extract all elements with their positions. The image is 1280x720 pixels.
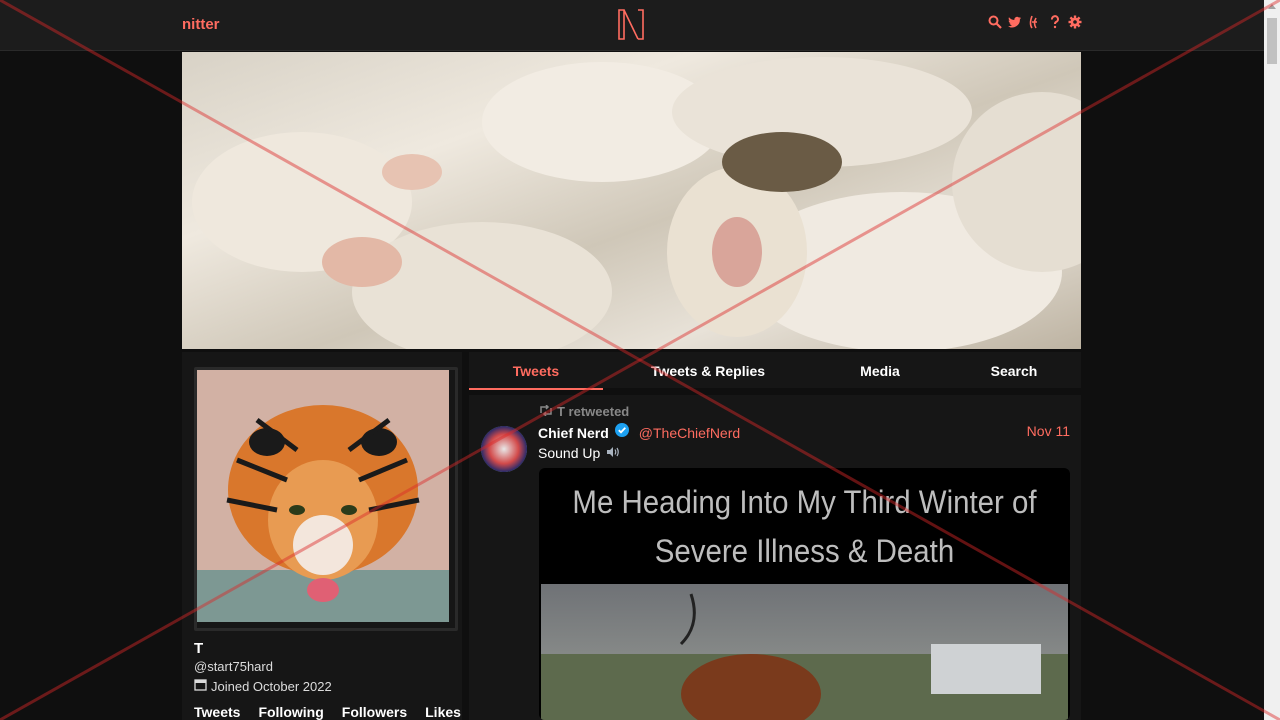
- profile-avatar[interactable]: [194, 367, 458, 631]
- retweet-header: T retweeted: [539, 404, 629, 419]
- tab-search[interactable]: Search: [947, 352, 1081, 388]
- scroll-up-arrow-icon[interactable]: [1268, 4, 1276, 9]
- joined-text: Joined October 2022: [211, 678, 332, 694]
- nitter-logo-icon[interactable]: [617, 8, 645, 41]
- calendar-icon: [194, 678, 207, 694]
- tweet-username[interactable]: @TheChiefNerd: [639, 425, 740, 441]
- scroll-thumb[interactable]: [1267, 18, 1277, 64]
- settings-icon[interactable]: [1068, 15, 1082, 29]
- stat-likes[interactable]: Likes: [425, 704, 461, 720]
- tweet-date[interactable]: Nov 11: [1027, 423, 1070, 439]
- media-caption: Me Heading Into My Third Winter of Sever…: [560, 478, 1049, 576]
- tweet-header: Chief Nerd @TheChiefNerd: [538, 423, 740, 442]
- tab-tweets[interactable]: Tweets: [469, 352, 603, 390]
- search-icon[interactable]: [988, 15, 1002, 29]
- twitter-icon[interactable]: [1008, 15, 1022, 29]
- profile-name: T: [194, 640, 204, 657]
- tweet-avatar[interactable]: [481, 426, 527, 472]
- navbar: nitter: [0, 0, 1264, 51]
- rss-icon[interactable]: [1028, 15, 1042, 29]
- media-caption-line-2: Severe Illness & Death: [654, 533, 955, 569]
- timeline: T retweeted Chief Nerd @TheChiefNerd Nov…: [469, 395, 1081, 720]
- timeline-tabs: Tweets Tweets & Replies Media Search: [469, 352, 1081, 390]
- tweet-fullname[interactable]: Chief Nerd: [538, 425, 609, 441]
- profile-handle[interactable]: @start75hard: [194, 659, 273, 674]
- speaker-icon: [606, 445, 620, 461]
- tweet-text-content: Sound Up: [538, 445, 601, 461]
- video-still-image: [541, 593, 1068, 720]
- tiger-avatar-image: [197, 370, 449, 622]
- profile-card: T @start75hard Joined October 2022 Tweet…: [182, 352, 462, 720]
- tweet-text: Sound Up: [538, 445, 620, 461]
- stat-followers[interactable]: Followers: [342, 704, 407, 720]
- page-scrollbar[interactable]: [1264, 0, 1280, 720]
- profile-banner[interactable]: [182, 52, 1081, 349]
- help-icon[interactable]: [1048, 15, 1062, 29]
- brand-link[interactable]: nitter: [182, 16, 220, 33]
- media-caption-line-1: Me Heading Into My Third Winter of: [572, 484, 1037, 520]
- stat-following[interactable]: Following: [258, 704, 323, 720]
- profile-joined: Joined October 2022: [194, 678, 332, 694]
- media-video-frame[interactable]: [541, 584, 1068, 720]
- tab-tweets-replies[interactable]: Tweets & Replies: [621, 352, 795, 388]
- tweet-media[interactable]: Me Heading Into My Third Winter of Sever…: [539, 468, 1070, 720]
- verified-icon: [614, 423, 629, 442]
- retweet-icon: [539, 404, 553, 419]
- profile-stats: Tweets Following Followers Likes: [194, 704, 461, 720]
- sheep-banner-image: [192, 57, 1081, 349]
- stat-tweets[interactable]: Tweets: [194, 704, 240, 720]
- retweet-label: T retweeted: [557, 404, 630, 419]
- tab-media[interactable]: Media: [813, 352, 947, 388]
- nav-icons: [988, 15, 1082, 29]
